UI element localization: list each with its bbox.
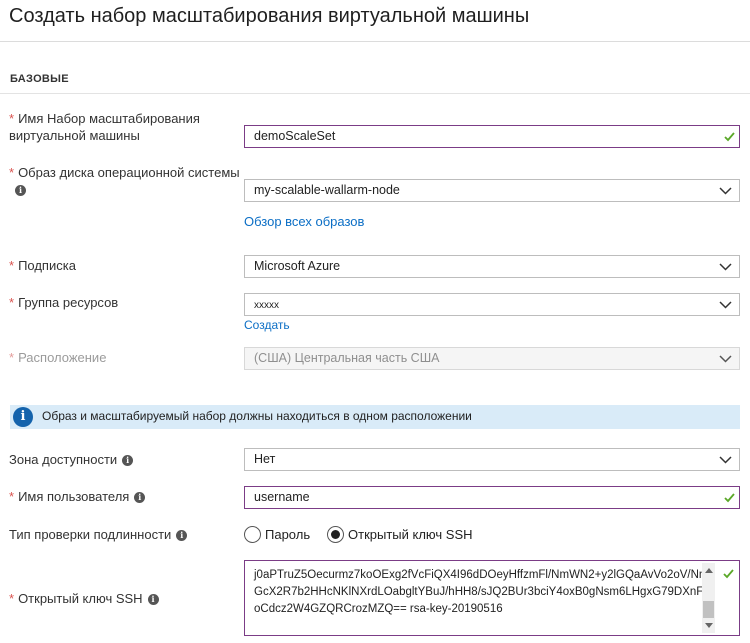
availability-zone-select[interactable]: Нет <box>244 448 740 471</box>
scale-set-name-value: demoScaleSet <box>254 129 336 143</box>
location-label-text: Расположение <box>18 350 107 365</box>
username-value: username <box>254 490 310 504</box>
scroll-down-icon[interactable] <box>705 623 713 628</box>
location-value: (США) Центральная часть США <box>254 351 440 365</box>
required-marker: * <box>9 295 15 310</box>
title-divider <box>0 41 750 42</box>
chevron-down-icon <box>719 456 732 464</box>
radio-label-password: Пароль <box>265 527 311 543</box>
info-icon[interactable]: i <box>147 594 159 606</box>
create-resource-group-link[interactable]: Создать <box>244 318 290 332</box>
subscription-label-text: Подписка <box>18 258 76 273</box>
subscription-label: * Подписка <box>9 257 76 274</box>
resource-group-value: xxxxx <box>254 300 279 311</box>
valid-check-icon <box>724 132 735 142</box>
scale-set-name-label: * Имя Набор масштабирования виртуальной м… <box>9 110 200 144</box>
resource-group-label-text: Группа ресурсов <box>18 295 119 310</box>
location-label: * Расположение <box>9 349 106 366</box>
subscription-value: Microsoft Azure <box>254 259 341 273</box>
availability-zone-label: Зона доступности i <box>9 451 134 468</box>
valid-check-icon <box>723 569 734 579</box>
radio-button-selected[interactable] <box>327 526 344 544</box>
scale-set-name-label-line2: виртуальной машины <box>9 128 140 143</box>
username-label: * Имя пользователя i <box>9 488 146 505</box>
info-banner-text: Образ и масштабируемый набор должны нахо… <box>42 409 472 423</box>
info-icon[interactable]: i <box>15 185 26 197</box>
chevron-down-icon <box>719 263 732 271</box>
info-icon[interactable]: i <box>122 455 134 467</box>
username-input[interactable]: username <box>244 486 740 509</box>
subscription-select[interactable]: Microsoft Azure <box>244 255 740 278</box>
required-marker: * <box>9 258 15 273</box>
radio-label-ssh: Открытый ключ SSH <box>348 527 473 543</box>
required-marker: * <box>9 111 15 126</box>
page-title: Создать набор масштабирования виртуально… <box>9 5 530 27</box>
auth-type-label: Тип проверки подлинности i <box>9 526 188 543</box>
info-icon: i <box>13 407 33 427</box>
required-marker: * <box>9 489 15 504</box>
required-marker: * <box>9 165 15 180</box>
location-select: (США) Центральная часть США <box>244 347 740 370</box>
scroll-thumb[interactable] <box>703 601 714 618</box>
ssh-key-label-text: Открытый ключ SSH <box>18 591 143 606</box>
radio-button[interactable] <box>244 526 261 544</box>
os-image-value: my-scalable-wallarm-node <box>254 183 400 197</box>
resource-group-select[interactable]: xxxxx <box>244 293 740 316</box>
required-marker: * <box>9 591 15 606</box>
auth-type-label-text: Тип проверки подлинности <box>9 527 172 542</box>
browse-all-images-link[interactable]: Обзор всех образов <box>244 214 364 229</box>
required-marker: * <box>9 350 15 365</box>
valid-check-icon <box>724 493 735 503</box>
username-label-text: Имя пользователя <box>18 489 130 504</box>
scale-set-name-label-line1: Имя Набор масштабирования <box>18 111 200 126</box>
info-icon[interactable]: i <box>134 492 146 504</box>
os-image-label: * Образ диска операционной системы i <box>9 164 240 198</box>
os-image-select[interactable]: my-scalable-wallarm-node <box>244 179 740 202</box>
info-icon[interactable]: i <box>176 530 188 542</box>
availability-zone-value: Нет <box>254 452 276 466</box>
ssh-key-scrollbar[interactable] <box>702 563 715 633</box>
ssh-key-label: * Открытый ключ SSH i <box>9 590 159 607</box>
auth-type-radio-ssh[interactable]: Открытый ключ SSH <box>327 526 473 544</box>
section-divider <box>0 93 750 94</box>
section-heading-basics: БАЗОВЫЕ <box>10 73 69 85</box>
scroll-up-icon[interactable] <box>705 568 713 573</box>
auth-type-radio-password[interactable]: Пароль <box>244 526 311 544</box>
chevron-down-icon <box>719 355 732 363</box>
scale-set-name-input[interactable]: demoScaleSet <box>244 125 740 148</box>
chevron-down-icon <box>719 187 732 195</box>
ssh-key-textarea[interactable]: j0aPTruZ5Oecurmz7koOExg2fVcFiQX4I96dDOey… <box>244 560 740 636</box>
chevron-down-icon <box>719 301 732 309</box>
availability-zone-label-text: Зона доступности <box>9 452 118 467</box>
resource-group-label: * Группа ресурсов <box>9 294 118 311</box>
os-image-label-text: Образ диска операционной системы <box>18 165 240 180</box>
info-banner: i Образ и масштабируемый набор должны на… <box>10 405 740 429</box>
ssh-key-value: j0aPTruZ5Oecurmz7koOExg2fVcFiQX4I96dDOey… <box>254 569 706 615</box>
